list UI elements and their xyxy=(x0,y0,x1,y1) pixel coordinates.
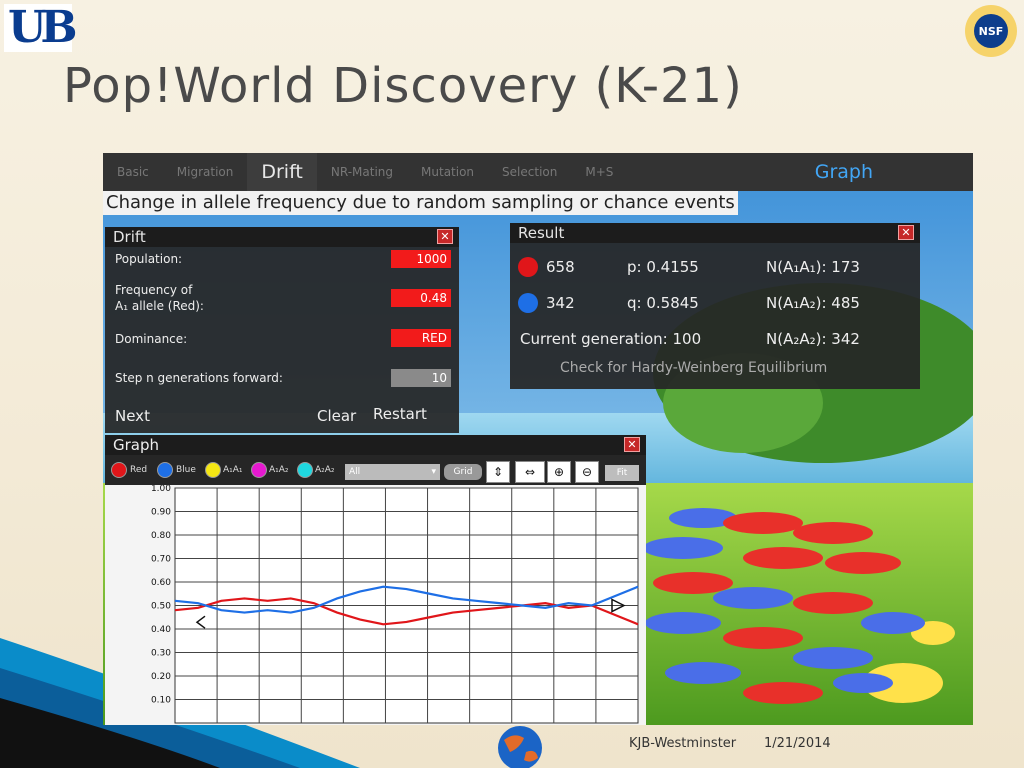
legend-blue-toggle[interactable] xyxy=(157,462,173,478)
q-value: q: 0.5845 xyxy=(627,294,699,312)
p-value: p: 0.4155 xyxy=(627,258,699,276)
frequency-field[interactable]: 0.48 xyxy=(391,289,451,307)
y-tick-label: 0.40 xyxy=(151,625,171,635)
horizontal-stretch-icon[interactable]: ⇔ xyxy=(515,461,545,483)
tab-bar: Basic Migration Drift NR-Mating Mutation… xyxy=(103,153,973,191)
footer-date: 1/21/2014 xyxy=(764,736,831,751)
legend-a1a2-label: A₁A₂ xyxy=(269,465,289,475)
red-count: 658 xyxy=(546,258,575,276)
y-tick-label: 0.30 xyxy=(151,649,171,659)
ub-logo: UB xyxy=(4,2,78,53)
y-tick-label: 0.20 xyxy=(151,672,171,682)
y-tick-label: 0.60 xyxy=(151,578,171,588)
n-a2a2: N(A₂A₂): 342 xyxy=(766,330,860,348)
allele-frequency-chart: 1.00 0.90 0.80 0.70 0.60 0.50 0.40 0.30 0.20 0.10 xyxy=(151,485,639,724)
population-label: Population: xyxy=(115,252,183,266)
nsf-text: NSF xyxy=(979,25,1004,38)
drift-panel-title: Drift xyxy=(113,228,146,246)
slide-title: Pop!World Discovery (K-21) xyxy=(63,58,743,114)
drift-panel-header: Drift ✕ xyxy=(105,227,459,247)
nsf-logo: NSF xyxy=(965,5,1017,57)
graph-panel-title: Graph xyxy=(113,436,160,454)
dominance-label: Dominance: xyxy=(115,332,188,346)
legend-blue-label: Blue xyxy=(176,465,196,475)
legend-red-toggle[interactable] xyxy=(111,462,127,478)
legend-a1a2-toggle[interactable] xyxy=(251,462,267,478)
next-button[interactable]: Next xyxy=(115,407,150,425)
tab-mutation[interactable]: Mutation xyxy=(407,153,488,191)
tab-graph[interactable]: Graph xyxy=(801,153,887,191)
series-select-value: All xyxy=(349,467,361,477)
graph-toolbar: Red Blue A₁A₁ A₁A₂ A₂A₂ All ▾ Grid ⇕ ⇔ ⊕… xyxy=(105,455,646,485)
step-field[interactable]: 10 xyxy=(391,369,451,387)
tab-selection[interactable]: Selection xyxy=(488,153,571,191)
vertical-stretch-icon[interactable]: ⇕ xyxy=(486,461,510,483)
tab-drift[interactable]: Drift xyxy=(247,153,317,191)
zoom-in-icon[interactable]: ⊕ xyxy=(547,461,571,483)
clear-button[interactable]: Clear xyxy=(317,407,356,425)
n-a1a2: N(A₁A₂): 485 xyxy=(766,294,860,312)
result-panel-header: Result ✕ xyxy=(510,223,920,243)
globe-logo xyxy=(498,726,542,768)
result-panel: Result ✕ 658 p: 0.4155 N(A₁A₁): 173 342 … xyxy=(510,223,920,389)
close-icon[interactable]: ✕ xyxy=(898,225,914,240)
close-icon[interactable]: ✕ xyxy=(437,229,453,244)
module-description: Change in allele frequency due to random… xyxy=(103,191,738,215)
fit-button[interactable]: Fit xyxy=(605,465,639,481)
grid-button[interactable]: Grid xyxy=(444,464,482,480)
y-tick-label: 1.00 xyxy=(151,485,171,494)
n-a1a1: N(A₁A₁): 173 xyxy=(766,258,860,276)
legend-red-label: Red xyxy=(130,465,148,475)
frequency-label-line1: Frequency of xyxy=(115,283,193,297)
result-panel-title: Result xyxy=(518,224,565,242)
y-tick-label: 0.90 xyxy=(151,508,171,518)
tab-m-plus-s[interactable]: M+S xyxy=(571,153,627,191)
graph-panel: Graph ✕ Red Blue A₁A₁ A₁A₂ A₂A₂ All ▾ Gr… xyxy=(105,435,646,725)
y-tick-label: 0.50 xyxy=(151,602,171,612)
y-tick-label: 0.70 xyxy=(151,555,171,565)
zoom-out-icon[interactable]: ⊖ xyxy=(575,461,599,483)
blue-count: 342 xyxy=(546,294,575,312)
close-icon[interactable]: ✕ xyxy=(624,437,640,452)
step-label: Step n generations forward: xyxy=(115,371,283,385)
legend-a2a2-toggle[interactable] xyxy=(297,462,313,478)
red-allele-dot xyxy=(518,257,538,277)
legend-a2a2-label: A₂A₂ xyxy=(315,465,335,475)
chevron-down-icon: ▾ xyxy=(431,467,436,477)
legend-a1a1-toggle[interactable] xyxy=(205,462,221,478)
tab-nr-mating[interactable]: NR-Mating xyxy=(317,153,407,191)
restart-button[interactable]: Restart xyxy=(373,405,427,423)
y-tick-label: 0.10 xyxy=(151,696,171,706)
drift-panel: Drift ✕ Population: 1000 Frequency of A₁… xyxy=(105,227,459,433)
current-generation: Current generation: 100 xyxy=(520,330,702,348)
tab-migration[interactable]: Migration xyxy=(163,153,248,191)
dominance-select[interactable]: RED xyxy=(391,329,451,347)
population-field[interactable]: 1000 xyxy=(391,250,451,268)
series-select[interactable]: All ▾ xyxy=(345,464,440,480)
y-tick-label: 0.80 xyxy=(151,531,171,541)
frequency-label-line2: A₁ allele (Red): xyxy=(115,299,204,313)
blue-allele-dot xyxy=(518,293,538,313)
popworld-app: Basic Migration Drift NR-Mating Mutation… xyxy=(103,153,973,725)
hardy-weinberg-link[interactable]: Check for Hardy-Weinberg Equilibrium xyxy=(560,360,827,376)
graph-panel-header: Graph ✕ xyxy=(105,435,646,455)
footer-author: KJB-Westminster xyxy=(629,736,737,751)
legend-a1a1-label: A₁A₁ xyxy=(223,465,243,475)
tab-basic[interactable]: Basic xyxy=(103,153,163,191)
